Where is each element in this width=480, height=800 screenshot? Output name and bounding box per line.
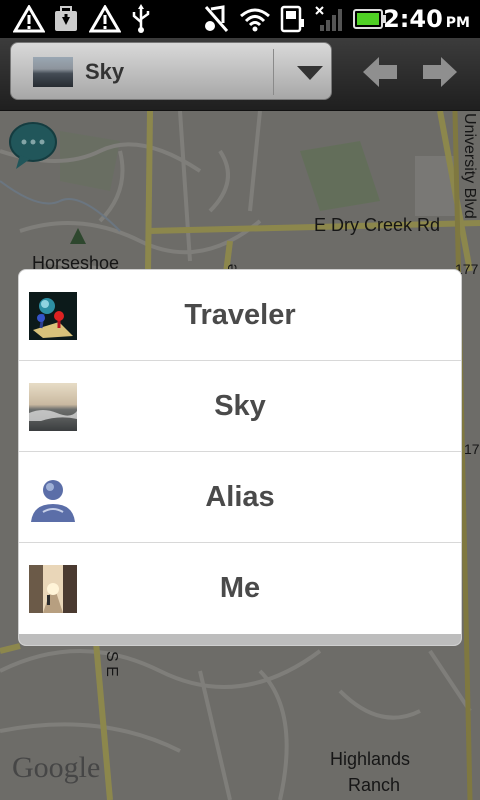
music-muted-icon [202,4,230,34]
spinner-divider [273,49,274,95]
usb-icon [128,4,154,34]
dialog-footer-bar [19,634,461,645]
list-item-label: Traveler [184,299,296,331]
clock-time: 2:40 [383,5,443,33]
profile-spinner[interactable]: Sky [10,42,332,100]
download-icon [52,4,80,34]
clock: 2:40 PM [383,4,470,34]
list-item-label: Sky [214,390,266,422]
warning-icon [88,4,122,34]
profile-picker-dialog: Traveler Sky Alias Me [18,269,462,646]
list-item-label: Me [219,572,261,604]
chevron-down-icon[interactable] [287,43,333,101]
clock-ampm: PM [445,15,470,31]
no-signal-icon [314,4,344,34]
list-item-alias[interactable]: Alias [19,452,461,543]
arrow-left-icon[interactable] [360,52,400,92]
action-bar: Sky [0,38,480,111]
arrow-right-icon[interactable] [420,52,460,92]
list-item-label: Alias [205,481,275,513]
sd-card-icon [278,4,306,34]
list-item-traveler[interactable]: Traveler [19,270,461,361]
list-item-me[interactable]: Me [19,543,461,634]
spinner-selected-label: Sky [85,59,125,84]
wifi-icon [238,4,272,34]
status-bar: 2:40 PM [0,0,480,38]
sky-thumbnail-icon [33,57,73,87]
list-item-sky[interactable]: Sky [19,361,461,452]
warning-icon [12,4,46,34]
